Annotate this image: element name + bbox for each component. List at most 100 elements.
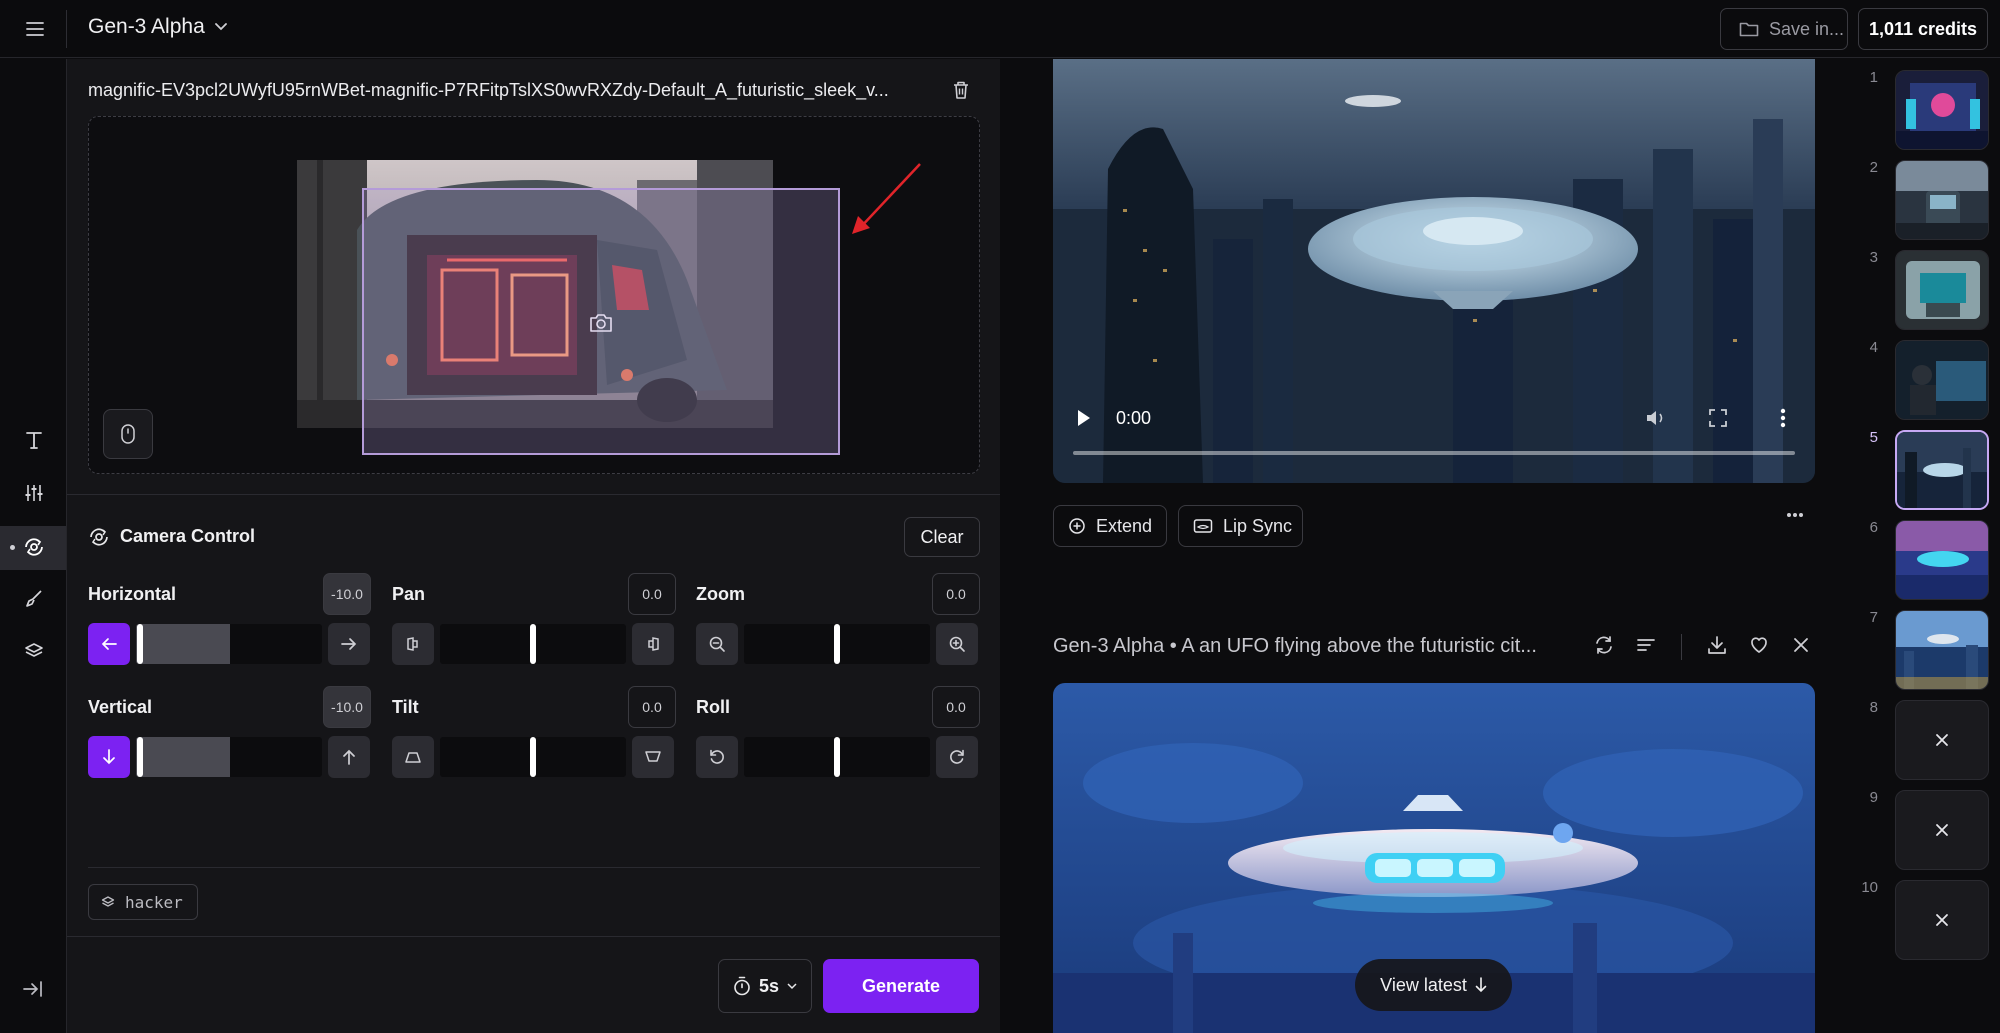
clear-label: Clear bbox=[920, 526, 964, 547]
text-tool-icon[interactable] bbox=[14, 420, 54, 460]
extend-label: Extend bbox=[1096, 515, 1153, 536]
adjustments-icon[interactable] bbox=[14, 473, 54, 513]
horizontal-slider[interactable] bbox=[136, 624, 322, 664]
divider bbox=[88, 867, 980, 868]
close-icon bbox=[1936, 734, 1948, 746]
trash-icon[interactable] bbox=[952, 80, 970, 100]
thumbnail-item[interactable] bbox=[1895, 70, 1989, 150]
arrow-down-icon bbox=[103, 749, 115, 765]
vertical-slider-thumb[interactable] bbox=[137, 737, 143, 777]
pan-right-button[interactable] bbox=[632, 623, 674, 665]
duration-selector[interactable]: 5s bbox=[718, 959, 812, 1013]
generate-button[interactable]: Generate bbox=[823, 959, 979, 1013]
close-icon[interactable] bbox=[1790, 634, 1812, 656]
pan-left-button[interactable] bbox=[392, 623, 434, 665]
zoom-out-button[interactable] bbox=[696, 623, 738, 665]
extend-button[interactable]: Extend bbox=[1053, 505, 1167, 547]
credits-label: 1,011 credits bbox=[1868, 18, 1978, 39]
view-latest-label: View latest bbox=[1380, 974, 1467, 995]
zoom-slider-thumb[interactable] bbox=[834, 624, 840, 664]
roll-slider-thumb[interactable] bbox=[834, 737, 840, 777]
collapse-sidebar-icon[interactable] bbox=[22, 980, 44, 998]
model-title: Gen-3 Alpha bbox=[88, 15, 205, 38]
thumbnail-item[interactable] bbox=[1895, 520, 1989, 600]
tilt-slider-thumb[interactable] bbox=[530, 737, 536, 777]
zoom-value[interactable]: 0.0 bbox=[932, 573, 980, 615]
fullscreen-icon[interactable] bbox=[1709, 409, 1727, 427]
video-time: 0:00 bbox=[1116, 408, 1152, 428]
download-icon[interactable] bbox=[1706, 634, 1728, 656]
thumbnail-number: 9 bbox=[1869, 789, 1878, 806]
style-tag-chip[interactable]: hacker bbox=[88, 884, 198, 920]
clear-button[interactable]: Clear bbox=[904, 517, 980, 557]
thumbnail-item[interactable] bbox=[1895, 340, 1989, 420]
brush-icon[interactable] bbox=[14, 579, 54, 619]
thumbnail-item[interactable] bbox=[1895, 250, 1989, 330]
output-video-player[interactable] bbox=[1053, 59, 1815, 483]
timer-icon bbox=[734, 976, 750, 996]
mouse-mode-button[interactable] bbox=[103, 409, 153, 459]
roll-left-button[interactable] bbox=[696, 736, 738, 778]
slider-fill bbox=[136, 624, 230, 664]
lip-sync-button[interactable]: Lip Sync bbox=[1178, 505, 1303, 547]
close-icon bbox=[1936, 914, 1948, 926]
tilt-down-button[interactable] bbox=[632, 736, 674, 778]
arrow-right-icon bbox=[341, 638, 357, 650]
tilt-down-icon bbox=[645, 751, 661, 762]
more-vertical-icon[interactable] bbox=[1780, 408, 1786, 428]
vertical-up-button[interactable] bbox=[328, 736, 370, 778]
layers-icon[interactable] bbox=[14, 631, 54, 671]
arrow-left-icon bbox=[101, 638, 117, 650]
thumbnail-failed[interactable] bbox=[1895, 880, 1989, 960]
thumbnail-number: 5 bbox=[1869, 429, 1878, 446]
generation-title: Gen-3 Alpha • A an UFO flying above the … bbox=[1053, 635, 1537, 657]
horizontal-value[interactable]: -10.0 bbox=[323, 573, 371, 615]
roll-value[interactable]: 0.0 bbox=[932, 686, 980, 728]
heart-icon[interactable] bbox=[1748, 634, 1770, 656]
pan-value[interactable]: 0.0 bbox=[628, 573, 676, 615]
more-horizontal-icon[interactable] bbox=[1786, 512, 1804, 518]
model-selector[interactable]: Gen-3 Alpha bbox=[88, 15, 227, 39]
camera-control-icon bbox=[88, 526, 110, 548]
tilt-up-icon bbox=[405, 752, 421, 763]
zoom-in-button[interactable] bbox=[936, 623, 978, 665]
save-in-button[interactable]: Save in... bbox=[1720, 8, 1848, 50]
video-progress-bar[interactable] bbox=[1073, 451, 1795, 455]
rotate-cw-icon bbox=[950, 749, 964, 764]
view-latest-button[interactable]: View latest bbox=[1355, 959, 1512, 1011]
top-bar bbox=[0, 0, 2000, 58]
thumbnail-failed[interactable] bbox=[1895, 700, 1989, 780]
rotate-ccw-icon bbox=[710, 749, 724, 764]
credits-button[interactable]: 1,011 credits bbox=[1858, 8, 1988, 50]
vertical-slider[interactable] bbox=[136, 737, 322, 777]
thumbnail-failed[interactable] bbox=[1895, 790, 1989, 870]
volume-icon[interactable] bbox=[1645, 408, 1669, 428]
close-icon bbox=[1936, 824, 1948, 836]
thumbnail-item[interactable] bbox=[1895, 160, 1989, 240]
vertical-value[interactable]: -10.0 bbox=[323, 686, 371, 728]
details-icon[interactable] bbox=[1635, 634, 1657, 656]
horizontal-left-button[interactable] bbox=[88, 623, 130, 665]
divider bbox=[67, 936, 1000, 937]
lip-sync-icon bbox=[1193, 519, 1213, 533]
horizontal-slider-thumb[interactable] bbox=[137, 624, 143, 664]
vertical-down-button[interactable] bbox=[88, 736, 130, 778]
thumbnail-item[interactable] bbox=[1895, 610, 1989, 690]
play-icon[interactable] bbox=[1076, 408, 1092, 428]
tilt-up-button[interactable] bbox=[392, 736, 434, 778]
pan-left-icon bbox=[407, 637, 418, 651]
roll-right-button[interactable] bbox=[936, 736, 978, 778]
horizontal-right-button[interactable] bbox=[328, 623, 370, 665]
tilt-value[interactable]: 0.0 bbox=[628, 686, 676, 728]
thumbnail-item-selected[interactable] bbox=[1895, 430, 1989, 510]
camera-control-icon[interactable] bbox=[14, 527, 54, 567]
menu-icon[interactable] bbox=[20, 16, 50, 42]
pan-right-icon bbox=[648, 637, 659, 651]
lip-sync-label: Lip Sync bbox=[1223, 515, 1293, 536]
plus-circle-icon bbox=[1069, 518, 1085, 534]
divider bbox=[67, 494, 1000, 495]
mouse-icon bbox=[121, 424, 135, 444]
refresh-icon[interactable] bbox=[1593, 634, 1615, 656]
pan-slider-thumb[interactable] bbox=[530, 624, 536, 664]
tilt-label: Tilt bbox=[392, 697, 419, 717]
